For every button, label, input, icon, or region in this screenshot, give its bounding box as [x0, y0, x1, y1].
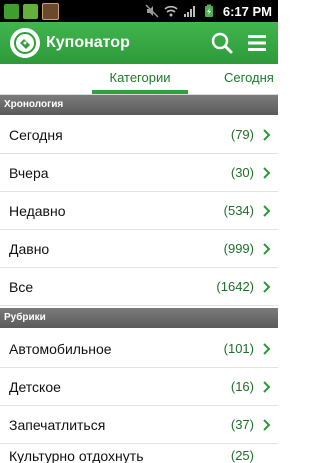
chevron-right-icon — [260, 418, 274, 431]
chevron-right-icon — [260, 166, 274, 179]
action-bar: Купонатор — [0, 22, 278, 64]
list-item-count: (37) — [230, 417, 254, 432]
list-item[interactable]: Запечатлиться (37) — [0, 406, 278, 444]
chevron-right-icon — [260, 204, 274, 217]
chevron-right-icon — [260, 242, 274, 255]
list-item[interactable]: Автомобильное (101) — [0, 330, 278, 368]
list-item[interactable]: Культурно отдохнуть (25) — [0, 444, 278, 463]
list-item[interactable]: Давно (999) — [0, 230, 278, 268]
list-item[interactable]: Детское (16) — [0, 368, 278, 406]
list-item-count: (534) — [223, 203, 254, 218]
search-icon[interactable] — [210, 31, 234, 55]
list-item[interactable]: Все (1642) — [0, 268, 278, 306]
section-header-chronology: Хронология — [0, 95, 278, 115]
battery-icon — [204, 4, 213, 17]
list-item-count: (16) — [230, 379, 254, 394]
clock: 6:17 PM — [222, 3, 272, 19]
list-item[interactable]: Сегодня (79) — [0, 116, 278, 154]
list-item-label: Давно — [9, 240, 50, 257]
mute-icon — [145, 4, 159, 18]
menu-icon[interactable] — [246, 32, 268, 54]
tab-categories[interactable]: Категории — [92, 64, 188, 94]
list-item-count: (1642) — [216, 279, 254, 294]
status-bar: 6:17 PM — [0, 0, 278, 22]
chevron-right-icon — [260, 342, 274, 355]
app-logo-icon[interactable] — [10, 28, 40, 58]
list-item-label: Вчера — [9, 164, 49, 181]
section-header-rubrics: Рубрики — [0, 308, 278, 328]
tab-today[interactable]: Сегодня — [224, 64, 274, 94]
list-item[interactable]: Вчера (30) — [0, 154, 278, 192]
list-item-count: (999) — [223, 241, 254, 256]
list-item-label: Культурно отдохнуть — [9, 448, 144, 463]
app-title: Купонатор — [46, 34, 130, 51]
wifi-icon — [164, 5, 178, 17]
app-notification-icon — [23, 3, 38, 19]
image-notification-icon — [42, 2, 59, 20]
chevron-right-icon — [260, 280, 274, 293]
list-item-count: (79) — [230, 127, 254, 142]
tab-bar: Категории Сегодня — [0, 64, 278, 95]
list-item-count: (25) — [230, 448, 254, 463]
list-item-label: Все — [9, 278, 34, 295]
list-item-count: (101) — [223, 341, 254, 356]
chevron-right-icon — [260, 128, 274, 141]
list-item-label: Запечатлиться — [9, 416, 106, 433]
list-item-label: Автомобильное — [9, 340, 112, 357]
list-item-label: Сегодня — [9, 126, 63, 143]
list-item[interactable]: Недавно (534) — [0, 192, 278, 230]
app-notification-icon — [4, 3, 19, 19]
chevron-right-icon — [260, 380, 274, 393]
list-item-count: (30) — [230, 165, 254, 180]
list-item-label: Недавно — [9, 202, 66, 219]
list-item-label: Детское — [9, 378, 61, 395]
signal-icon — [183, 6, 195, 17]
